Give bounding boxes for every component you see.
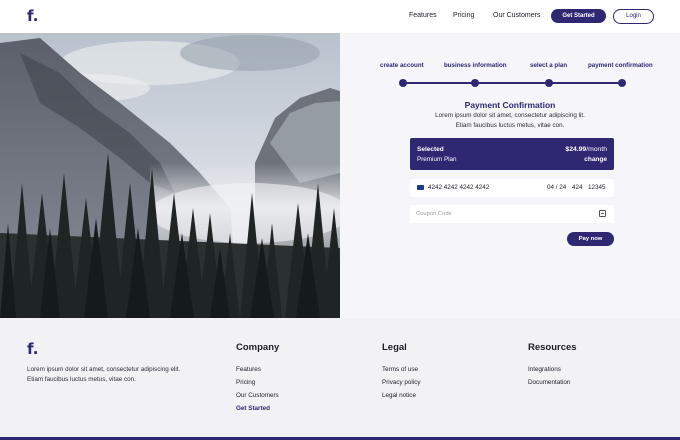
- step-dot-1[interactable]: [399, 79, 407, 87]
- step-dot-2[interactable]: [471, 79, 479, 87]
- footer-link-get-started[interactable]: Get Started: [236, 405, 270, 412]
- payment-description-line-1: Lorem ipsum dolor sit amet, consectetur …: [435, 112, 585, 119]
- login-button[interactable]: Login: [613, 9, 654, 24]
- top-navbar: f. Features Pricing Our Customers Get St…: [0, 0, 680, 33]
- footer-link-our-customers[interactable]: Our Customers: [236, 392, 279, 399]
- pay-now-button[interactable]: Pay now: [567, 232, 614, 246]
- visa-card-icon: [417, 185, 424, 190]
- hero-image: [0, 33, 340, 318]
- card-number[interactable]: 4242 4242 4242 4242: [428, 184, 489, 191]
- coupon-code-input[interactable]: [416, 209, 586, 219]
- footer: f. Lorem ipsum dolor sit amet, consectet…: [0, 318, 680, 440]
- footer-link-privacy-policy[interactable]: Privacy policy: [382, 379, 421, 386]
- footer-description: Lorem ipsum dolor sit amet, consectetur …: [27, 366, 181, 383]
- plan-price-period: /month: [586, 146, 607, 153]
- payment-description-line-2: Etiam faucibus luctus metus, vitae con.: [455, 122, 565, 129]
- brand-logo[interactable]: f.: [27, 7, 38, 25]
- footer-logo[interactable]: f.: [27, 340, 38, 358]
- step-dot-3[interactable]: [545, 79, 553, 87]
- get-started-button[interactable]: Get Started: [551, 9, 606, 23]
- step-label-create-account: create account: [380, 62, 424, 69]
- selected-plan-box: Selected Premium Plan $24.99/month chang…: [410, 138, 614, 170]
- selected-label: Selected: [417, 146, 444, 153]
- step-dot-4[interactable]: [618, 79, 626, 87]
- card-cvc[interactable]: 424: [572, 184, 583, 191]
- footer-heading-resources: Resources: [528, 342, 577, 353]
- footer-link-pricing[interactable]: Pricing: [236, 379, 255, 386]
- footer-heading-company: Company: [236, 342, 280, 353]
- nav-link-features[interactable]: Features: [409, 12, 437, 19]
- card-expiry[interactable]: 04 / 24: [547, 184, 566, 191]
- progress-line: [403, 82, 622, 84]
- footer-heading-legal: Legal: [382, 342, 407, 353]
- plan-name: Premium Plan: [417, 156, 457, 163]
- checkout-panel: create account business information sele…: [340, 33, 680, 318]
- change-plan-link[interactable]: change: [584, 156, 607, 163]
- mountain-forest-illustration: [0, 33, 340, 318]
- nav-link-our-customers[interactable]: Our Customers: [493, 12, 540, 19]
- plan-price: $24.99/month: [565, 146, 607, 153]
- footer-link-integrations[interactable]: Integrations: [528, 366, 561, 373]
- payment-confirmation-title: Payment Confirmation: [464, 100, 556, 110]
- step-label-payment-confirmation: payment confirmation: [588, 62, 653, 69]
- step-label-business-information: business information: [444, 62, 507, 69]
- card-zip[interactable]: 12345: [588, 184, 606, 191]
- nav-link-pricing[interactable]: Pricing: [453, 12, 474, 19]
- coupon-ticket-icon[interactable]: [599, 210, 606, 217]
- footer-link-features[interactable]: Features: [236, 366, 261, 373]
- card-input[interactable]: 4242 4242 4242 4242 04 / 24 424 12345: [410, 179, 614, 197]
- step-label-select-a-plan: select a plan: [530, 62, 568, 69]
- footer-link-terms-of-use[interactable]: Terms of use: [382, 366, 418, 373]
- plan-price-amount: $24.99: [565, 146, 587, 153]
- footer-link-documentation[interactable]: Documentation: [528, 379, 570, 386]
- footer-link-legal-notice[interactable]: Legal notice: [382, 392, 416, 399]
- coupon-field: [410, 205, 614, 223]
